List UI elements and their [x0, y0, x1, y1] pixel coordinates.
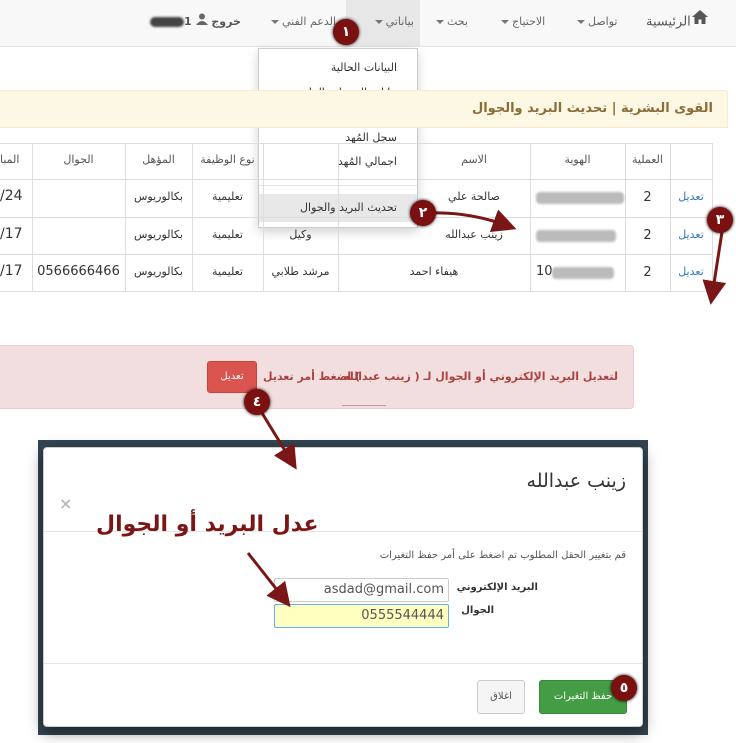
step-badge-5: ٥: [611, 675, 637, 701]
annotation-arrows: [246, 209, 727, 608]
step-badge-1: ١: [333, 19, 359, 45]
step-badge-4: ٤: [244, 389, 270, 415]
step-badge-2: ٢: [410, 200, 436, 226]
step-badge-3: ٣: [707, 207, 733, 233]
